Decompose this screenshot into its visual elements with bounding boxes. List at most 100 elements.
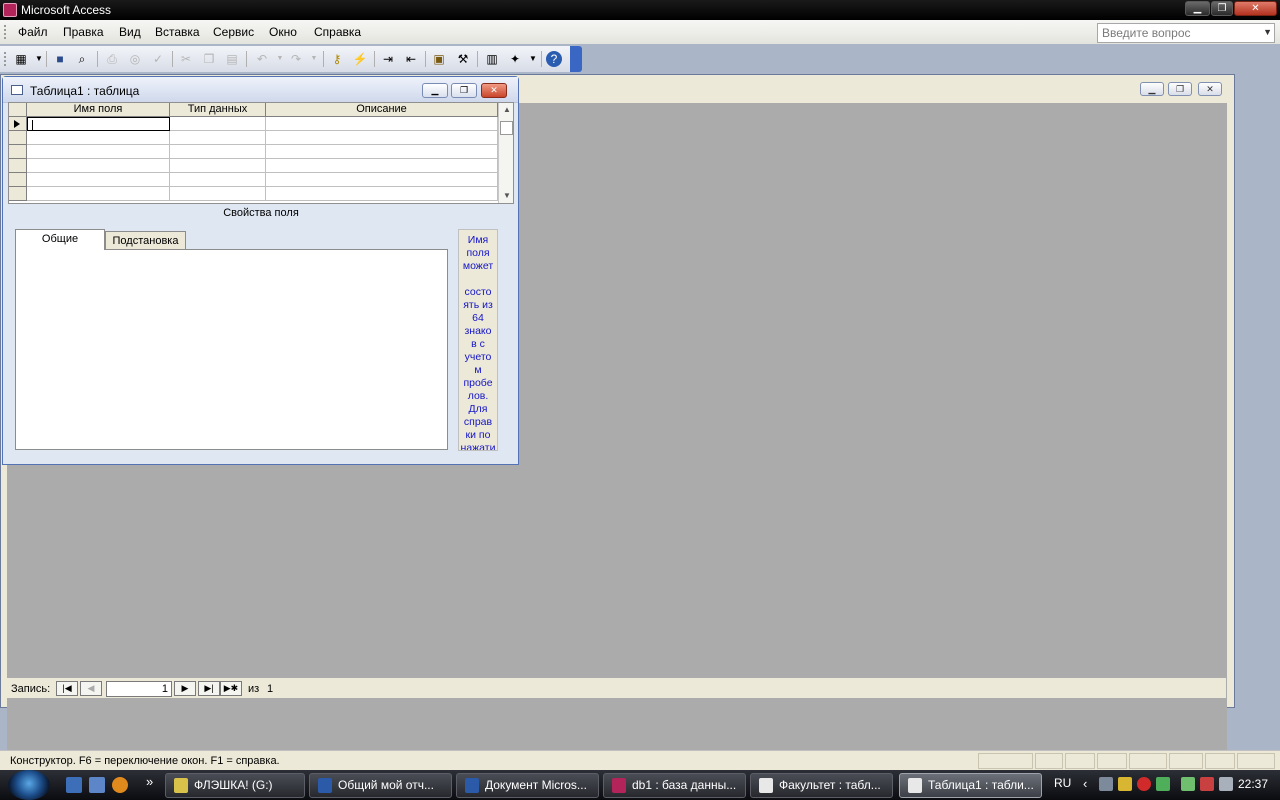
language-indicator[interactable]: RU <box>1054 776 1071 790</box>
new-object-icon[interactable]: ✦ <box>506 50 524 68</box>
data-type-cell[interactable] <box>170 159 266 173</box>
description-cell[interactable] <box>266 145 498 159</box>
delete-rows-icon[interactable]: ⇤ <box>402 50 420 68</box>
description-cell[interactable] <box>266 173 498 187</box>
task-flash-drive[interactable]: ФЛЭШКА! (G:) <box>165 773 305 798</box>
switch-windows-icon[interactable] <box>89 777 105 793</box>
print-preview-icon[interactable]: ◎ <box>126 50 144 68</box>
datasheet-restore-button[interactable]: ❐ <box>1168 82 1192 96</box>
task-faculty-table[interactable]: Факультет : табл... <box>750 773 893 798</box>
start-button[interactable] <box>8 770 50 800</box>
datasheet-close-button[interactable]: ✕ <box>1198 82 1222 96</box>
menu-window[interactable]: Окно <box>269 25 297 39</box>
row-selector-current[interactable] <box>9 117 27 131</box>
redo-dropdown-icon[interactable]: ▼ <box>305 50 323 68</box>
description-cell[interactable] <box>266 117 498 131</box>
tray-usb-icon[interactable] <box>1200 777 1214 791</box>
tray-antivirus-icon[interactable] <box>1118 777 1132 791</box>
quicklaunch-chevron-icon[interactable]: » <box>146 774 153 789</box>
grid-scrollbar[interactable]: ▲ ▼ <box>498 103 513 203</box>
design-close-button[interactable]: ✕ <box>481 83 507 98</box>
toolbar-options-icon[interactable] <box>570 46 582 72</box>
clock[interactable]: 22:37 <box>1238 777 1268 791</box>
primary-key-icon[interactable]: ⚷ <box>328 50 346 68</box>
menu-edit[interactable]: Правка <box>63 25 104 39</box>
data-type-cell[interactable] <box>170 173 266 187</box>
toolbar-grip[interactable] <box>4 52 7 66</box>
tab-general[interactable]: Общие <box>15 229 105 250</box>
undo-icon[interactable]: ↶ <box>253 50 271 68</box>
tray-security-icon[interactable] <box>1156 777 1170 791</box>
column-header-field-name[interactable]: Имя поля <box>27 103 170 117</box>
database-window-icon[interactable]: ▥ <box>483 50 501 68</box>
field-name-cell[interactable] <box>27 145 170 159</box>
scroll-up-icon[interactable]: ▲ <box>503 105 511 114</box>
indexes-icon[interactable]: ⚡ <box>351 50 369 68</box>
redo-icon[interactable]: ↷ <box>287 50 305 68</box>
spelling-icon[interactable]: ✓ <box>149 50 167 68</box>
menu-help[interactable]: Справка <box>314 25 361 39</box>
data-type-cell[interactable] <box>170 145 266 159</box>
prev-record-icon[interactable]: ◀ <box>80 681 102 696</box>
task-word-document[interactable]: Документ Micros... <box>456 773 599 798</box>
record-number-input[interactable]: 1 <box>106 681 172 697</box>
task-database[interactable]: db1 : база данны... <box>603 773 746 798</box>
task-word-report[interactable]: Общий мой отч... <box>309 773 452 798</box>
task-table1[interactable]: Таблица1 : табли... <box>899 773 1042 798</box>
description-cell[interactable] <box>266 131 498 145</box>
copy-icon[interactable]: ❐ <box>200 50 218 68</box>
next-record-icon[interactable]: ▶ <box>174 681 196 696</box>
column-header-description[interactable]: Описание <box>266 103 498 117</box>
help-icon[interactable]: ? <box>546 51 562 67</box>
field-name-cell[interactable] <box>27 173 170 187</box>
row-selector[interactable] <box>9 145 27 159</box>
minimize-button[interactable]: ▁ <box>1185 1 1210 16</box>
cut-icon[interactable]: ✂ <box>177 50 195 68</box>
tray-battery-icon[interactable] <box>1181 777 1195 791</box>
restore-button[interactable]: ❐ <box>1211 1 1233 16</box>
field-name-cell[interactable] <box>27 187 170 201</box>
file-search-icon[interactable]: ⌕ <box>73 50 91 68</box>
row-selector[interactable] <box>9 173 27 187</box>
data-type-cell[interactable] <box>170 131 266 145</box>
menu-file[interactable]: Файл <box>18 25 48 39</box>
column-header-data-type[interactable]: Тип данных <box>170 103 266 117</box>
datasheet-minimize-button[interactable]: ▁ <box>1140 82 1164 96</box>
media-player-icon[interactable] <box>112 777 128 793</box>
new-object-dropdown-icon[interactable]: ▼ <box>524 50 542 68</box>
scroll-thumb[interactable] <box>500 121 513 135</box>
row-selector[interactable] <box>9 131 27 145</box>
paste-icon[interactable]: ▤ <box>223 50 241 68</box>
description-cell[interactable] <box>266 187 498 201</box>
close-button[interactable]: ✕ <box>1234 1 1277 16</box>
first-record-icon[interactable]: |◀ <box>56 681 78 696</box>
last-record-icon[interactable]: ▶| <box>198 681 220 696</box>
tab-lookup[interactable]: Подстановка <box>105 231 186 250</box>
new-record-icon[interactable]: ▶✱ <box>220 681 242 696</box>
row-selector[interactable] <box>9 187 27 201</box>
field-name-cell[interactable] <box>27 159 170 173</box>
row-selector[interactable] <box>9 159 27 173</box>
description-cell[interactable] <box>266 159 498 173</box>
chevron-down-icon[interactable]: ▼ <box>1263 27 1272 37</box>
menu-grip[interactable] <box>4 25 7 39</box>
design-window-caption[interactable]: Таблица1 : таблица ▁ ❐ ✕ <box>3 77 518 103</box>
build-icon[interactable]: ⚒ <box>454 50 472 68</box>
data-type-cell[interactable] <box>170 117 266 131</box>
save-icon[interactable]: ■ <box>51 50 69 68</box>
show-desktop-icon[interactable] <box>66 777 82 793</box>
field-name-cell[interactable] <box>27 117 170 131</box>
print-icon[interactable]: ⎙ <box>103 50 121 68</box>
menu-insert[interactable]: Вставка <box>155 25 200 39</box>
scroll-down-icon[interactable]: ▼ <box>503 191 511 200</box>
tray-app-icon[interactable] <box>1137 777 1151 791</box>
tray-expand-icon[interactable]: ‹ <box>1083 776 1087 791</box>
menu-tools[interactable]: Сервис <box>213 25 254 39</box>
ask-question-input[interactable]: Введите вопрос ▼ <box>1097 23 1275 43</box>
design-minimize-button[interactable]: ▁ <box>422 83 448 98</box>
properties-icon[interactable]: ▣ <box>430 50 448 68</box>
insert-rows-icon[interactable]: ⇥ <box>379 50 397 68</box>
data-type-cell[interactable] <box>170 187 266 201</box>
menu-view[interactable]: Вид <box>119 25 141 39</box>
volume-icon[interactable] <box>1219 777 1233 791</box>
